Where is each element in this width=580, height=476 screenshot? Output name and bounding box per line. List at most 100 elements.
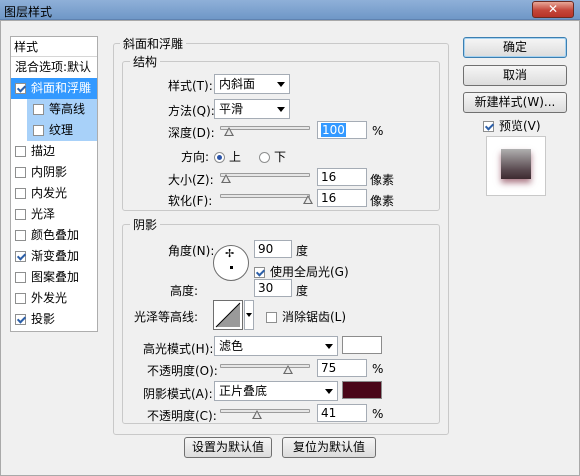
checkbox-unchecked-icon[interactable] — [15, 167, 26, 178]
checkbox-unchecked-icon[interactable] — [33, 125, 44, 136]
soften-slider-thumb[interactable] — [303, 195, 314, 204]
sidebar-item[interactable]: 渐变叠加 — [11, 246, 97, 267]
window-title: 图层样式 — [4, 5, 53, 19]
global-light-checkbox[interactable]: 使用全局光(G) — [254, 263, 349, 280]
soften-label: 软化(F): — [168, 194, 213, 208]
gloss-contour-dropdown[interactable] — [244, 300, 254, 330]
shadow-opacity-slider[interactable] — [220, 409, 310, 413]
altitude-label: 高度: — [170, 284, 199, 298]
shadow-mode-label: 阴影模式(A): — [143, 387, 213, 401]
sidebar-item[interactable]: 描边 — [11, 141, 97, 162]
antialias-checkbox[interactable]: 消除锯齿(L) — [266, 308, 346, 325]
styles-list: 样式 混合选项:默认斜面和浮雕等高线纹理描边内阴影内发光光泽颜色叠加渐变叠加 图案… — [10, 36, 98, 332]
gloss-contour-label: 光泽等高线: — [134, 310, 199, 324]
highlight-color-swatch[interactable] — [342, 336, 382, 354]
style-select[interactable]: 内斜面 — [214, 74, 290, 94]
shadow-opacity-thumb[interactable] — [251, 410, 262, 419]
size-unit: 像素 — [370, 173, 395, 187]
size-slider-thumb[interactable] — [221, 174, 232, 183]
preview-swatch — [501, 149, 531, 179]
radio-checked-icon — [214, 152, 225, 163]
size-label: 大小(Z): — [168, 173, 214, 187]
direction-down-label: 下 — [274, 150, 287, 164]
checkbox-unchecked-icon[interactable] — [33, 104, 44, 115]
sidebar-item[interactable]: 光泽 — [11, 204, 97, 225]
style-select-value: 内斜面 — [219, 77, 256, 91]
ok-button[interactable]: 确定 — [463, 37, 567, 58]
highlight-opacity-input[interactable]: 75 — [317, 359, 367, 377]
radio-unchecked-icon — [259, 152, 270, 163]
highlight-mode-value: 滤色 — [219, 339, 244, 353]
sidebar-item-label: 内阴影 — [31, 165, 68, 179]
sidebar-item[interactable]: 图案叠加 — [11, 267, 97, 288]
direction-down-radio[interactable]: 下 — [259, 148, 286, 165]
close-button[interactable]: ✕ — [532, 1, 574, 18]
preview-checkbox[interactable]: 预览(V) — [483, 117, 541, 134]
sidebar-item[interactable]: 斜面和浮雕 — [11, 78, 97, 99]
crosshair-icon: ✢ — [225, 247, 235, 260]
sidebar-item[interactable]: 投影 — [11, 309, 97, 330]
shadow-mode-select[interactable]: 正片叠底 — [214, 381, 338, 401]
cancel-button[interactable]: 取消 — [463, 65, 567, 86]
chevron-down-icon — [325, 389, 333, 394]
reset-default-button[interactable]: 复位为默认值 — [282, 437, 376, 458]
styles-list-header[interactable]: 样式 — [11, 37, 97, 57]
sidebar-item-label: 光泽 — [31, 207, 56, 221]
angle-label: 角度(N): — [168, 244, 215, 258]
highlight-opacity-thumb[interactable] — [282, 365, 293, 374]
chevron-down-icon — [325, 344, 333, 349]
checkbox-checked-icon[interactable] — [15, 314, 26, 325]
depth-slider-thumb[interactable] — [224, 127, 234, 136]
angle-input[interactable]: 90 — [254, 240, 292, 258]
shadow-opacity-input[interactable]: 41 — [317, 404, 367, 422]
title-bar: 图层样式 ✕ — [0, 0, 580, 20]
checkbox-unchecked-icon[interactable] — [15, 146, 26, 157]
checkbox-checked-icon[interactable] — [15, 251, 26, 262]
altitude-input[interactable]: 30 — [254, 279, 292, 297]
size-input[interactable]: 16 — [317, 168, 367, 186]
checkbox-unchecked-icon[interactable] — [15, 230, 26, 241]
shadow-opacity-label: 不透明度(C): — [147, 409, 217, 423]
sidebar-item[interactable]: 颜色叠加 — [11, 225, 97, 246]
new-style-button[interactable]: 新建样式(W)... — [463, 92, 567, 113]
preview-thumbnail — [486, 136, 546, 196]
sidebar-item[interactable]: 等高线 — [27, 99, 97, 120]
sidebar-item-label: 描边 — [31, 144, 56, 158]
highlight-mode-select[interactable]: 滤色 — [214, 336, 338, 356]
angle-dial[interactable]: ✢ — [213, 245, 249, 281]
technique-label: 方法(Q): — [168, 104, 215, 118]
checkbox-unchecked-icon[interactable] — [15, 209, 26, 220]
sidebar-item-label: 斜面和浮雕 — [31, 81, 92, 95]
checkbox-unchecked-icon[interactable] — [15, 188, 26, 199]
technique-select[interactable]: 平滑 — [214, 99, 290, 119]
sidebar-item[interactable]: 内阴影 — [11, 162, 97, 183]
direction-up-radio[interactable]: 上 — [214, 148, 241, 165]
sidebar-item[interactable]: 纹理 — [27, 120, 97, 141]
soften-slider[interactable] — [220, 194, 310, 198]
checkbox-checked-icon — [254, 267, 265, 278]
soften-input[interactable]: 16 — [317, 189, 367, 207]
sidebar-item-label: 投影 — [31, 312, 56, 326]
make-default-button[interactable]: 设置为默认值 — [184, 437, 272, 458]
sidebar-item[interactable]: 内发光 — [11, 183, 97, 204]
highlight-opacity-slider[interactable] — [220, 364, 310, 368]
size-slider[interactable] — [220, 173, 310, 177]
gloss-contour-picker[interactable] — [213, 300, 243, 330]
dial-center-dot — [230, 266, 233, 269]
sidebar-item-label: 颜色叠加 — [31, 228, 80, 242]
checkbox-unchecked-icon[interactable] — [15, 293, 26, 304]
direction-label: 方向: — [181, 150, 210, 164]
sidebar-item[interactable]: 外发光 — [11, 288, 97, 309]
sidebar-item-label: 外发光 — [31, 291, 68, 305]
checkbox-checked-icon[interactable] — [15, 83, 26, 94]
shadow-color-swatch[interactable] — [342, 381, 382, 399]
checkbox-unchecked-icon[interactable] — [15, 272, 26, 283]
sidebar-item[interactable]: 混合选项:默认 — [11, 57, 97, 78]
sidebar-item-label: 纹理 — [49, 123, 74, 137]
soften-unit: 像素 — [370, 194, 395, 208]
shading-title: 阴影 — [130, 216, 161, 233]
style-label: 样式(T): — [168, 79, 213, 93]
structure-title: 结构 — [130, 53, 161, 70]
contour-linear-icon — [215, 302, 241, 328]
depth-input[interactable]: 100 — [317, 121, 367, 139]
